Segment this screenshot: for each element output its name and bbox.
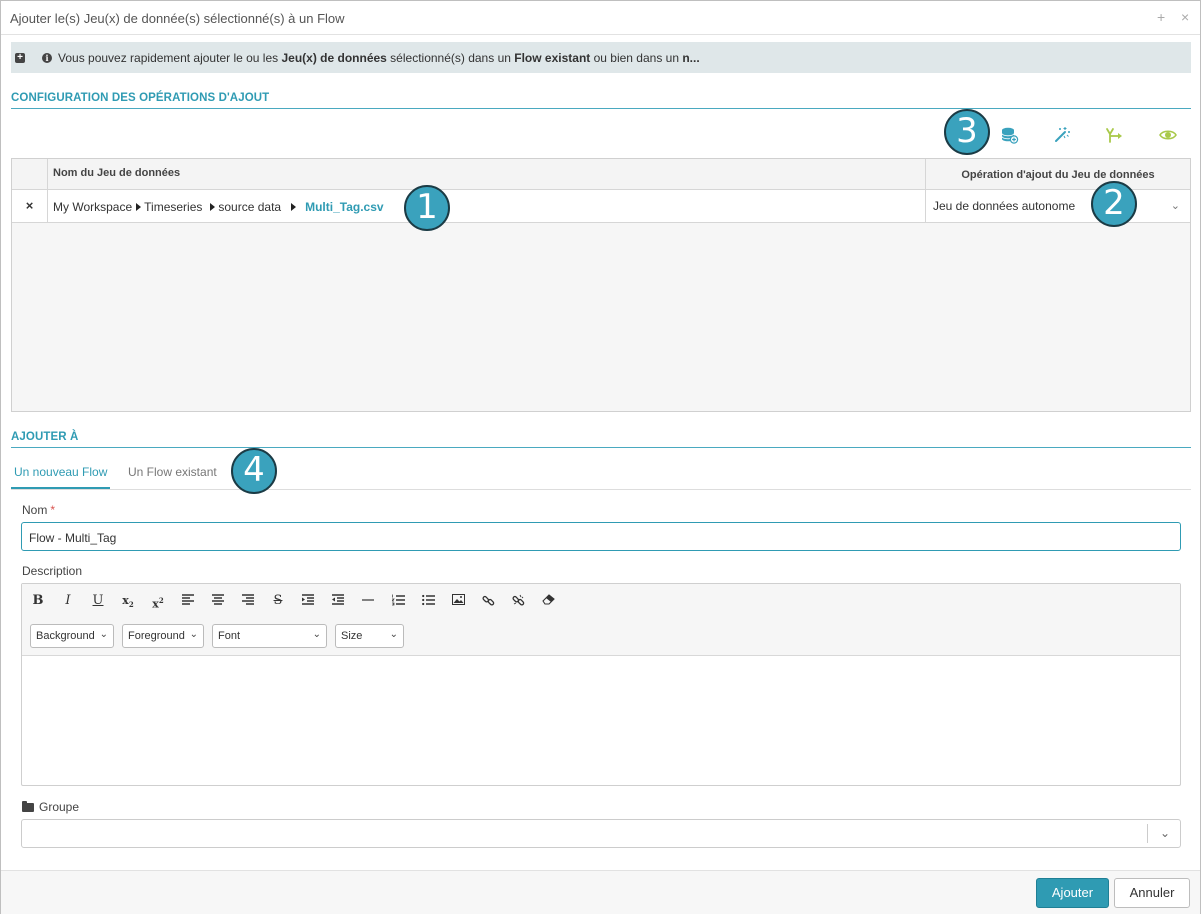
grid-header-select <box>12 159 48 190</box>
align-left-icon[interactable] <box>177 591 199 611</box>
italic-icon[interactable]: I <box>57 591 79 611</box>
description-label: Description <box>22 564 83 578</box>
chevron-down-icon: ⌄ <box>312 629 321 640</box>
callout-badge-1: 1 <box>404 185 450 231</box>
info-icon: i <box>42 53 52 63</box>
datasets-grid: Nom du Jeu de données Opération d'ajout … <box>11 158 1191 412</box>
expand-icon[interactable]: + <box>15 53 25 63</box>
bold-icon[interactable]: B <box>27 591 49 611</box>
chevron-down-icon: ⌄ <box>389 629 398 640</box>
superscript-icon[interactable]: x2 <box>147 591 169 611</box>
background-color-select[interactable]: Background ⌄ <box>30 624 114 648</box>
chevron-down-icon: ⌄ <box>99 629 108 640</box>
dataset-name-cell: My Workspace Timeseries source data Multi_T… <box>48 190 926 223</box>
group-select[interactable]: ⌄ <box>21 819 1181 848</box>
add-to-tabs: Un nouveau Flow Un Flow existant <box>11 456 1191 490</box>
align-center-icon[interactable] <box>207 591 229 611</box>
grid-header-operation[interactable]: Opération d'ajout du Jeu de données <box>926 159 1190 190</box>
active-tab-indicator <box>11 487 110 489</box>
font-select[interactable]: Font ⌄ <box>212 624 327 648</box>
group-label: Groupe <box>22 800 79 814</box>
remove-row-icon[interactable]: × <box>12 190 48 223</box>
underline-icon[interactable]: U <box>87 591 109 611</box>
flow-name-input[interactable]: Flow - Multi_Tag <box>21 522 1181 551</box>
chevron-down-icon: ⌄ <box>1159 826 1170 840</box>
foreground-color-select[interactable]: Foreground ⌄ <box>122 624 204 648</box>
dialog-titlebar: Ajouter le(s) Jeu(x) de donnée(s) sélect… <box>1 1 1200 35</box>
info-banner: + i Vous pouvez rapidement ajouter le ou… <box>11 42 1191 73</box>
path-segment: source data <box>218 200 282 214</box>
editor-toolbar: B I U x2 x2 S Background ⌄ Foreground ⌄ Fo… <box>22 584 1180 656</box>
description-textarea[interactable] <box>22 657 1180 785</box>
grid-header-name[interactable]: Nom du Jeu de données <box>48 159 926 190</box>
unordered-list-icon[interactable] <box>417 591 439 611</box>
dataset-file-link[interactable]: Multi_Tag.csv <box>305 200 383 214</box>
path-segment: Timeseries <box>144 200 203 214</box>
config-section-divider <box>11 108 1191 109</box>
required-mark: * <box>50 503 56 517</box>
folder-icon <box>22 801 34 812</box>
cancel-button[interactable]: Annuler <box>1114 878 1190 908</box>
close-icon[interactable]: × <box>1181 9 1189 25</box>
align-right-icon[interactable] <box>237 591 259 611</box>
path-arrow-icon <box>210 203 216 211</box>
strikethrough-icon[interactable]: S <box>267 591 289 611</box>
chevron-down-icon: ⌄ <box>1170 200 1180 212</box>
add-to-section-divider <box>11 447 1191 448</box>
grid-header: Nom du Jeu de données Opération d'ajout … <box>12 159 1190 190</box>
horizontal-rule-icon[interactable] <box>357 591 379 611</box>
dataset-path: My Workspace Timeseries source data Multi_T… <box>53 200 384 214</box>
info-text: Vous pouvez rapidement ajouter le ou les… <box>58 51 700 65</box>
maximize-icon[interactable]: + <box>1157 9 1165 25</box>
add-button[interactable]: Ajouter <box>1036 878 1109 908</box>
merge-arrow-icon[interactable] <box>1105 125 1125 145</box>
add-to-flow-dialog: Ajouter le(s) Jeu(x) de donnée(s) sélect… <box>0 0 1201 914</box>
ordered-list-icon[interactable] <box>387 591 409 611</box>
callout-badge-4: 4 <box>231 448 277 494</box>
callout-badge-3: 3 <box>944 109 990 155</box>
dialog-footer: Ajouter Annuler <box>1 870 1200 914</box>
indent-icon[interactable] <box>297 591 319 611</box>
subscript-icon[interactable]: x2 <box>117 591 139 611</box>
tab-existing-flow[interactable]: Un Flow existant <box>128 465 217 479</box>
unlink-icon[interactable] <box>507 591 529 611</box>
table-row: × My Workspace Timeseries source data Multi… <box>12 190 1190 223</box>
path-arrow-icon <box>136 203 142 211</box>
image-icon[interactable] <box>447 591 469 611</box>
dialog-title: Ajouter le(s) Jeu(x) de donnée(s) sélect… <box>10 11 345 26</box>
database-add-icon[interactable] <box>999 125 1019 145</box>
callout-badge-2: 2 <box>1091 181 1137 227</box>
path-segment: My Workspace <box>53 200 133 214</box>
outdent-icon[interactable] <box>327 591 349 611</box>
operation-select[interactable]: Jeu de données autonome ⌄ <box>926 190 1190 223</box>
eye-toggle-icon[interactable] <box>1158 125 1178 145</box>
add-to-section-title: AJOUTER À <box>11 431 79 443</box>
name-label: Nom * <box>22 503 56 517</box>
eraser-icon[interactable] <box>537 591 559 611</box>
select-separator <box>1147 824 1148 843</box>
config-section-title: CONFIGURATION DES OPÉRATIONS D'AJOUT <box>11 92 270 104</box>
size-select[interactable]: Size ⌄ <box>335 624 404 648</box>
tab-new-flow[interactable]: Un nouveau Flow <box>14 465 107 479</box>
magic-wand-icon[interactable] <box>1052 125 1072 145</box>
operation-value: Jeu de données autonome <box>933 199 1076 213</box>
chevron-down-icon: ⌄ <box>189 629 198 640</box>
link-icon[interactable] <box>477 591 499 611</box>
description-editor: B I U x2 x2 S Background ⌄ Foreground ⌄ Fo… <box>21 583 1181 786</box>
path-arrow-icon <box>291 203 297 211</box>
